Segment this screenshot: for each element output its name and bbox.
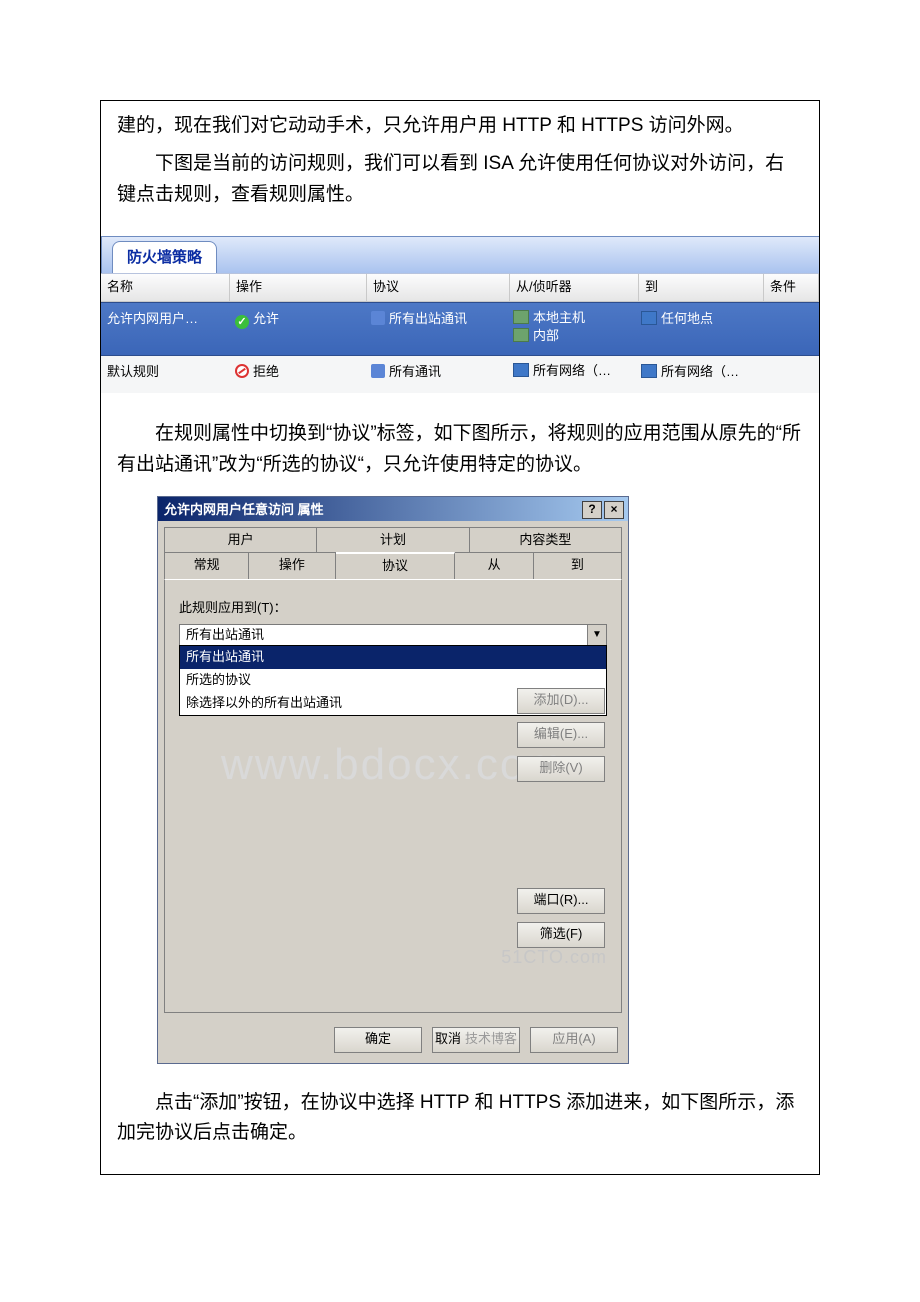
network-icon bbox=[641, 311, 657, 325]
help-button[interactable]: ? bbox=[582, 501, 602, 519]
table-row[interactable]: 默认规则 拒绝 所有通讯 所有网络（… 所有网络（… bbox=[101, 356, 819, 393]
rule-properties-dialog: 允许内网用户任意访问 属性 ? × 用户 计划 内容类型 常规 操作 协议 从 … bbox=[157, 496, 629, 1064]
deny-icon bbox=[235, 364, 249, 378]
from-line: 内部 bbox=[533, 328, 559, 343]
col-header-to[interactable]: 到 bbox=[639, 274, 764, 301]
tab-protocol-body: www.bdocx.com 此规则应用到(T)： 所有出站通讯 ▼ 所有出站通讯… bbox=[164, 579, 622, 1013]
tab-schedule[interactable]: 计划 bbox=[317, 527, 469, 553]
cell-action-text: 拒绝 bbox=[253, 364, 279, 379]
dialog-action-buttons: 确定 取消技术博客 应用(A) bbox=[158, 1019, 628, 1063]
from-line: 所有网络（… bbox=[533, 363, 611, 378]
network-icon bbox=[641, 364, 657, 378]
edit-button[interactable]: 编辑(E)... bbox=[517, 722, 605, 748]
tab-from[interactable]: 从 bbox=[455, 552, 533, 579]
tab-protocol[interactable]: 协议 bbox=[336, 552, 456, 579]
cell-name: 允许内网用户… bbox=[101, 309, 229, 330]
protocol-extra-buttons: 端口(R)... 筛选(F) bbox=[517, 880, 605, 948]
firewall-policy-panel: 防火墙策略 名称 操作 协议 从/侦听器 到 条件 允许内网用户… ✓ 允许 所有… bbox=[101, 236, 819, 393]
tab-to[interactable]: 到 bbox=[534, 552, 622, 579]
protocol-buttons: 添加(D)... 编辑(E)... 删除(V) bbox=[517, 680, 605, 782]
chevron-down-icon[interactable]: ▼ bbox=[587, 625, 606, 645]
col-header-protocol[interactable]: 协议 bbox=[367, 274, 510, 301]
filter-button[interactable]: 筛选(F) bbox=[517, 922, 605, 948]
cell-from: 所有网络（… bbox=[507, 362, 635, 380]
dialog-titlebar[interactable]: 允许内网用户任意访问 属性 ? × bbox=[158, 497, 628, 521]
cell-protocol-text: 所有出站通讯 bbox=[389, 311, 467, 326]
cell-protocol: 所有出站通讯 bbox=[365, 309, 507, 330]
col-header-action[interactable]: 操作 bbox=[230, 274, 367, 301]
cell-to-text: 所有网络（… bbox=[661, 364, 739, 379]
cell-protocol: 所有通讯 bbox=[365, 362, 507, 383]
apply-button[interactable]: 应用(A) bbox=[530, 1027, 618, 1053]
paragraph-intro: 建的，现在我们对它动动手术，只允许用户用 HTTP 和 HTTPS 访问外网。 bbox=[117, 111, 803, 141]
from-line: 本地主机 bbox=[533, 310, 585, 325]
allow-icon: ✓ bbox=[235, 315, 249, 329]
paragraph-protocol-desc: 在规则属性中切换到“协议”标签，如下图所示，将规则的应用范围从原先的“所有出站通… bbox=[117, 419, 803, 480]
apply-to-label: 此规则应用到(T)： bbox=[179, 598, 607, 619]
cancel-button[interactable]: 取消技术博客 bbox=[432, 1027, 520, 1053]
col-header-name[interactable]: 名称 bbox=[101, 274, 230, 301]
col-header-from[interactable]: 从/侦听器 bbox=[510, 274, 639, 301]
cell-name: 默认规则 bbox=[101, 362, 229, 383]
ok-button[interactable]: 确定 bbox=[334, 1027, 422, 1053]
network-icon bbox=[513, 328, 529, 342]
firewall-column-headers: 名称 操作 协议 从/侦听器 到 条件 bbox=[101, 273, 819, 302]
network-icon bbox=[513, 363, 529, 377]
firewall-tab[interactable]: 防火墙策略 bbox=[112, 241, 217, 273]
combobox-value: 所有出站通讯 bbox=[186, 625, 264, 646]
cell-from: 本地主机 内部 bbox=[507, 309, 635, 345]
tab-content-type[interactable]: 内容类型 bbox=[470, 527, 622, 553]
dialog-title-text: 允许内网用户任意访问 属性 bbox=[164, 500, 324, 521]
cell-to: 所有网络（… bbox=[635, 362, 759, 383]
remove-button[interactable]: 删除(V) bbox=[517, 756, 605, 782]
cell-to: 任何地点 bbox=[635, 309, 759, 330]
apply-to-combobox[interactable]: 所有出站通讯 ▼ bbox=[179, 624, 607, 646]
dropdown-option[interactable]: 所有出站通讯 bbox=[180, 646, 606, 669]
dialog-tabs: 用户 计划 内容类型 常规 操作 协议 从 到 bbox=[158, 521, 628, 579]
table-row[interactable]: 允许内网用户… ✓ 允许 所有出站通讯 本地主机 内部 任何地点 bbox=[101, 302, 819, 356]
cell-action: 拒绝 bbox=[229, 362, 365, 383]
network-icon bbox=[513, 310, 529, 324]
cell-protocol-text: 所有通讯 bbox=[389, 364, 441, 379]
ports-button[interactable]: 端口(R)... bbox=[517, 888, 605, 914]
cell-action-text: 允许 bbox=[253, 311, 279, 326]
cell-to-text: 任何地点 bbox=[661, 311, 713, 326]
col-header-cond[interactable]: 条件 bbox=[764, 274, 819, 301]
firewall-tab-bar: 防火墙策略 bbox=[101, 236, 819, 273]
cell-action: ✓ 允许 bbox=[229, 309, 365, 330]
cancel-text: 取消 bbox=[435, 1031, 461, 1046]
paragraph-add-desc: 点击“添加”按钮，在协议中选择 HTTP 和 HTTPS 添加进来，如下图所示，… bbox=[117, 1088, 803, 1149]
close-button[interactable]: × bbox=[604, 501, 624, 519]
protocol-icon bbox=[371, 364, 385, 378]
tab-action[interactable]: 操作 bbox=[249, 552, 335, 579]
add-button[interactable]: 添加(D)... bbox=[517, 688, 605, 714]
protocol-icon bbox=[371, 311, 385, 325]
watermark-footer: 技术博客 bbox=[465, 1031, 517, 1046]
tab-general[interactable]: 常规 bbox=[164, 552, 249, 579]
paragraph-rule-desc: 下图是当前的访问规则，我们可以看到 ISA 允许使用任何协议对外访问，右键点击规… bbox=[117, 149, 803, 210]
document-page: 建的，现在我们对它动动手术，只允许用户用 HTTP 和 HTTPS 访问外网。 … bbox=[100, 100, 820, 1175]
watermark-text: www.bdocx.com bbox=[221, 730, 565, 800]
tab-users[interactable]: 用户 bbox=[164, 527, 317, 553]
